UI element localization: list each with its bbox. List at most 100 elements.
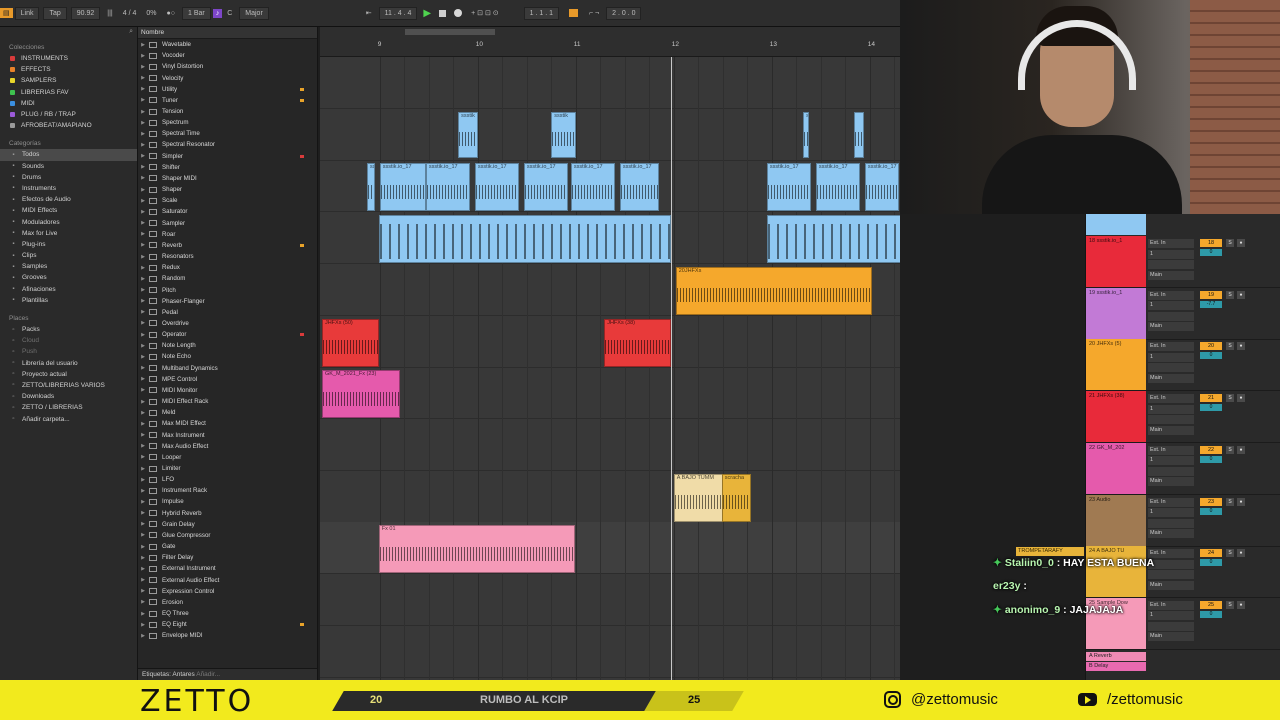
- loop-brace[interactable]: [405, 29, 495, 35]
- file-row[interactable]: ▶ Simpler: [138, 151, 317, 162]
- audio-clip[interactable]: ssstik.io_17: [815, 163, 860, 212]
- overdub-icon[interactable]: + ⊡ ⊡ ⊙: [466, 9, 504, 17]
- expand-arrow-icon[interactable]: ▶: [138, 109, 148, 115]
- file-row[interactable]: ▶ EQ Three: [138, 608, 317, 619]
- arm-button[interactable]: ●: [1237, 497, 1245, 506]
- input-type-select[interactable]: Ext. In: [1148, 445, 1194, 455]
- expand-arrow-icon[interactable]: ▶: [138, 633, 148, 639]
- track-lane[interactable]: [320, 471, 900, 523]
- loop-switch-icon[interactable]: [569, 9, 578, 17]
- output-select[interactable]: Main: [1148, 270, 1194, 280]
- track-name-header[interactable]: 18 ssstik.io_1: [1086, 236, 1146, 287]
- audio-clip[interactable]: ssstik.io_17: [367, 163, 375, 212]
- expand-arrow-icon[interactable]: ▶: [138, 521, 148, 527]
- expand-arrow-icon[interactable]: ▶: [138, 64, 148, 70]
- file-row[interactable]: ▶ Random: [138, 273, 317, 284]
- link-button[interactable]: Link: [14, 6, 40, 20]
- output-select[interactable]: Main: [1148, 632, 1194, 642]
- collection-item[interactable]: INSTRUMENTS: [0, 53, 137, 64]
- expand-arrow-icon[interactable]: ▶: [138, 577, 148, 583]
- input-channel-select[interactable]: 1: [1148, 352, 1194, 362]
- place-item[interactable]: ▫ Packs: [0, 324, 137, 335]
- punch-icon[interactable]: ⌐ ¬: [584, 10, 604, 17]
- arm-button[interactable]: ●: [1237, 549, 1245, 558]
- track-activator-button[interactable]: 21: [1200, 394, 1222, 403]
- file-row[interactable]: ▶ Spectral Resonator: [138, 139, 317, 150]
- monitor-buttons[interactable]: [1148, 260, 1194, 269]
- category-item[interactable]: ▪ Max for Live: [0, 228, 137, 239]
- input-channel-select[interactable]: 1: [1148, 404, 1194, 414]
- arm-button[interactable]: ●: [1237, 445, 1245, 454]
- file-row[interactable]: ▶ Reverb: [138, 240, 317, 251]
- track-name-header[interactable]: 22 GK_M_202: [1086, 442, 1146, 494]
- tag-chip[interactable]: Antares: [172, 671, 194, 678]
- place-item[interactable]: ▫ Downloads: [0, 391, 137, 402]
- expand-arrow-icon[interactable]: ▶: [138, 242, 148, 248]
- expand-arrow-icon[interactable]: ▶: [138, 231, 148, 237]
- track-name-header[interactable]: 19 ssstik.io_1: [1086, 287, 1146, 339]
- audio-clip[interactable]: ssstik.io_17: [864, 163, 900, 212]
- input-type-select[interactable]: Ext. In: [1148, 290, 1194, 300]
- category-item[interactable]: ▪ Sounds: [0, 161, 137, 172]
- output-select[interactable]: Main: [1148, 425, 1194, 435]
- output-select[interactable]: Main: [1148, 322, 1194, 332]
- arm-button[interactable]: ●: [1237, 239, 1245, 247]
- expand-arrow-icon[interactable]: ▶: [138, 466, 148, 472]
- collection-item[interactable]: AFROBEAT/AMAPIANO: [0, 120, 137, 131]
- mixer-track[interactable]: 22 GK_M_202 Ext. In 1 Main 22 0 S ●: [1086, 442, 1280, 495]
- expand-arrow-icon[interactable]: ▶: [138, 53, 148, 59]
- play-button[interactable]: ▶: [419, 8, 435, 19]
- add-tag-button[interactable]: Añadir...: [196, 671, 220, 678]
- file-row[interactable]: ▶ Sampler: [138, 218, 317, 229]
- monitor-buttons[interactable]: [1148, 466, 1194, 476]
- place-item[interactable]: ▫ Proyecto actual: [0, 369, 137, 380]
- volume-field[interactable]: -7.7: [1200, 300, 1222, 308]
- stop-button[interactable]: [439, 9, 447, 17]
- arm-button[interactable]: ●: [1237, 394, 1245, 403]
- playhead[interactable]: [671, 57, 672, 680]
- file-row[interactable]: ▶ Note Echo: [138, 351, 317, 362]
- track-activator-button[interactable]: 23: [1200, 497, 1222, 506]
- expand-arrow-icon[interactable]: ▶: [138, 276, 148, 282]
- expand-arrow-icon[interactable]: ▶: [138, 332, 148, 338]
- expand-arrow-icon[interactable]: ▶: [138, 42, 148, 48]
- return-track[interactable]: B Delay: [1086, 661, 1146, 671]
- expand-arrow-icon[interactable]: ▶: [138, 499, 148, 505]
- track-activator-button[interactable]: 18: [1200, 239, 1222, 247]
- monitor-buttons[interactable]: [1148, 415, 1194, 425]
- expand-arrow-icon[interactable]: ▶: [138, 320, 148, 326]
- expand-arrow-icon[interactable]: ▶: [138, 532, 148, 538]
- category-item[interactable]: ▪ Todos: [0, 149, 137, 161]
- expand-arrow-icon[interactable]: ▶: [138, 566, 148, 572]
- place-item[interactable]: ▫ ZETTO/LIBRERIAS VARIOS: [0, 380, 137, 391]
- place-item[interactable]: ▫ Añadir carpeta...: [0, 413, 137, 424]
- volume-field[interactable]: 0: [1200, 352, 1222, 360]
- category-item[interactable]: ▪ MIDI Effects: [0, 205, 137, 216]
- file-row[interactable]: ▶ Shifter: [138, 162, 317, 173]
- file-row[interactable]: ▶ Note Length: [138, 340, 317, 351]
- collection-item[interactable]: PLUG / RB / TRAP: [0, 109, 137, 120]
- input-type-select[interactable]: Ext. In: [1148, 497, 1194, 507]
- solo-button[interactable]: S: [1226, 600, 1234, 609]
- track-lane[interactable]: [320, 626, 900, 678]
- expand-arrow-icon[interactable]: ▶: [138, 97, 148, 103]
- arrangement-position-icon[interactable]: ⇤: [361, 9, 377, 17]
- volume-field[interactable]: 0: [1200, 559, 1222, 567]
- category-item[interactable]: ▪ Drums: [0, 172, 137, 183]
- expand-arrow-icon[interactable]: ▶: [138, 443, 148, 449]
- solo-button[interactable]: S: [1226, 549, 1234, 558]
- input-type-select[interactable]: Ext. In: [1148, 549, 1194, 559]
- file-row[interactable]: ▶ Utility: [138, 84, 317, 95]
- quantize-select[interactable]: 1 Bar: [181, 6, 211, 20]
- file-row[interactable]: ▶ Max MIDI Effect: [138, 418, 317, 429]
- audio-clip[interactable]: [766, 215, 900, 264]
- file-row[interactable]: ▶ Max Instrument: [138, 429, 317, 440]
- volume-field[interactable]: 0: [1200, 249, 1222, 256]
- monitor-buttons[interactable]: [1148, 363, 1194, 373]
- file-row[interactable]: ▶ Impulse: [138, 496, 317, 507]
- expand-arrow-icon[interactable]: ▶: [138, 599, 148, 605]
- expand-arrow-icon[interactable]: ▶: [138, 75, 148, 81]
- file-row[interactable]: ▶ Scale: [138, 195, 317, 206]
- expand-arrow-icon[interactable]: ▶: [138, 287, 148, 293]
- expand-arrow-icon[interactable]: ▶: [138, 354, 148, 360]
